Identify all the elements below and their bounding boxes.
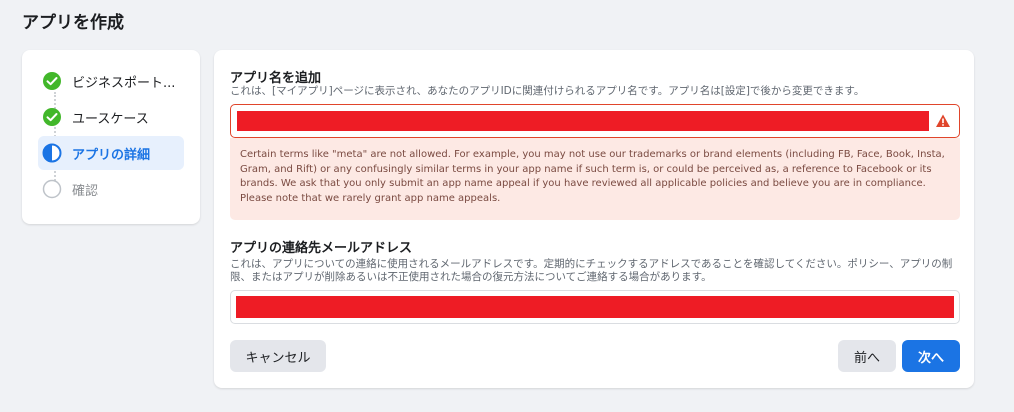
app-name-label: アプリ名を追加 bbox=[230, 71, 322, 86]
step-review[interactable]: 確認 bbox=[38, 172, 184, 206]
redacted-app-name bbox=[237, 111, 929, 131]
redacted-email bbox=[236, 296, 954, 318]
contact-email-label: アプリの連絡先メールアドレス bbox=[230, 241, 413, 256]
check-circle-icon bbox=[43, 72, 61, 90]
step-label: アプリの詳細 bbox=[72, 147, 151, 163]
app-name-error-message: Certain terms like "meta" are not allowe… bbox=[230, 138, 960, 220]
page-title: アプリを作成 bbox=[22, 13, 124, 33]
app-details-form: アプリ名を追加 これは、[マイアプリ]ページに表示され、あなたのアプリIDに関連… bbox=[214, 50, 974, 388]
cancel-button[interactable]: キャンセル bbox=[230, 340, 326, 372]
step-use-case[interactable]: ユースケース bbox=[38, 100, 184, 134]
stepper-panel: ビジネスポート... ユースケース アプリの詳細 確認 bbox=[22, 50, 200, 224]
step-label: 確認 bbox=[72, 183, 99, 199]
next-button[interactable]: 次へ bbox=[902, 340, 960, 372]
contact-email-description: これは、アプリについての連絡に使用されるメールアドレスです。定期的にチェックする… bbox=[230, 258, 953, 283]
step-label: ビジネスポート... bbox=[72, 75, 176, 91]
check-circle-icon bbox=[43, 108, 61, 126]
warning-icon bbox=[936, 114, 950, 127]
back-button[interactable]: 前へ bbox=[838, 340, 896, 372]
app-name-description: これは、[マイアプリ]ページに表示され、あなたのアプリIDに関連付けられるアプリ… bbox=[230, 85, 865, 97]
empty-circle-icon bbox=[42, 179, 62, 199]
app-name-input[interactable] bbox=[230, 104, 960, 138]
half-circle-progress-icon bbox=[42, 143, 62, 163]
step-app-details[interactable]: アプリの詳細 bbox=[38, 136, 184, 170]
contact-email-input[interactable] bbox=[230, 290, 960, 324]
step-label: ユースケース bbox=[72, 111, 149, 127]
step-business-portfolio[interactable]: ビジネスポート... bbox=[38, 64, 184, 98]
